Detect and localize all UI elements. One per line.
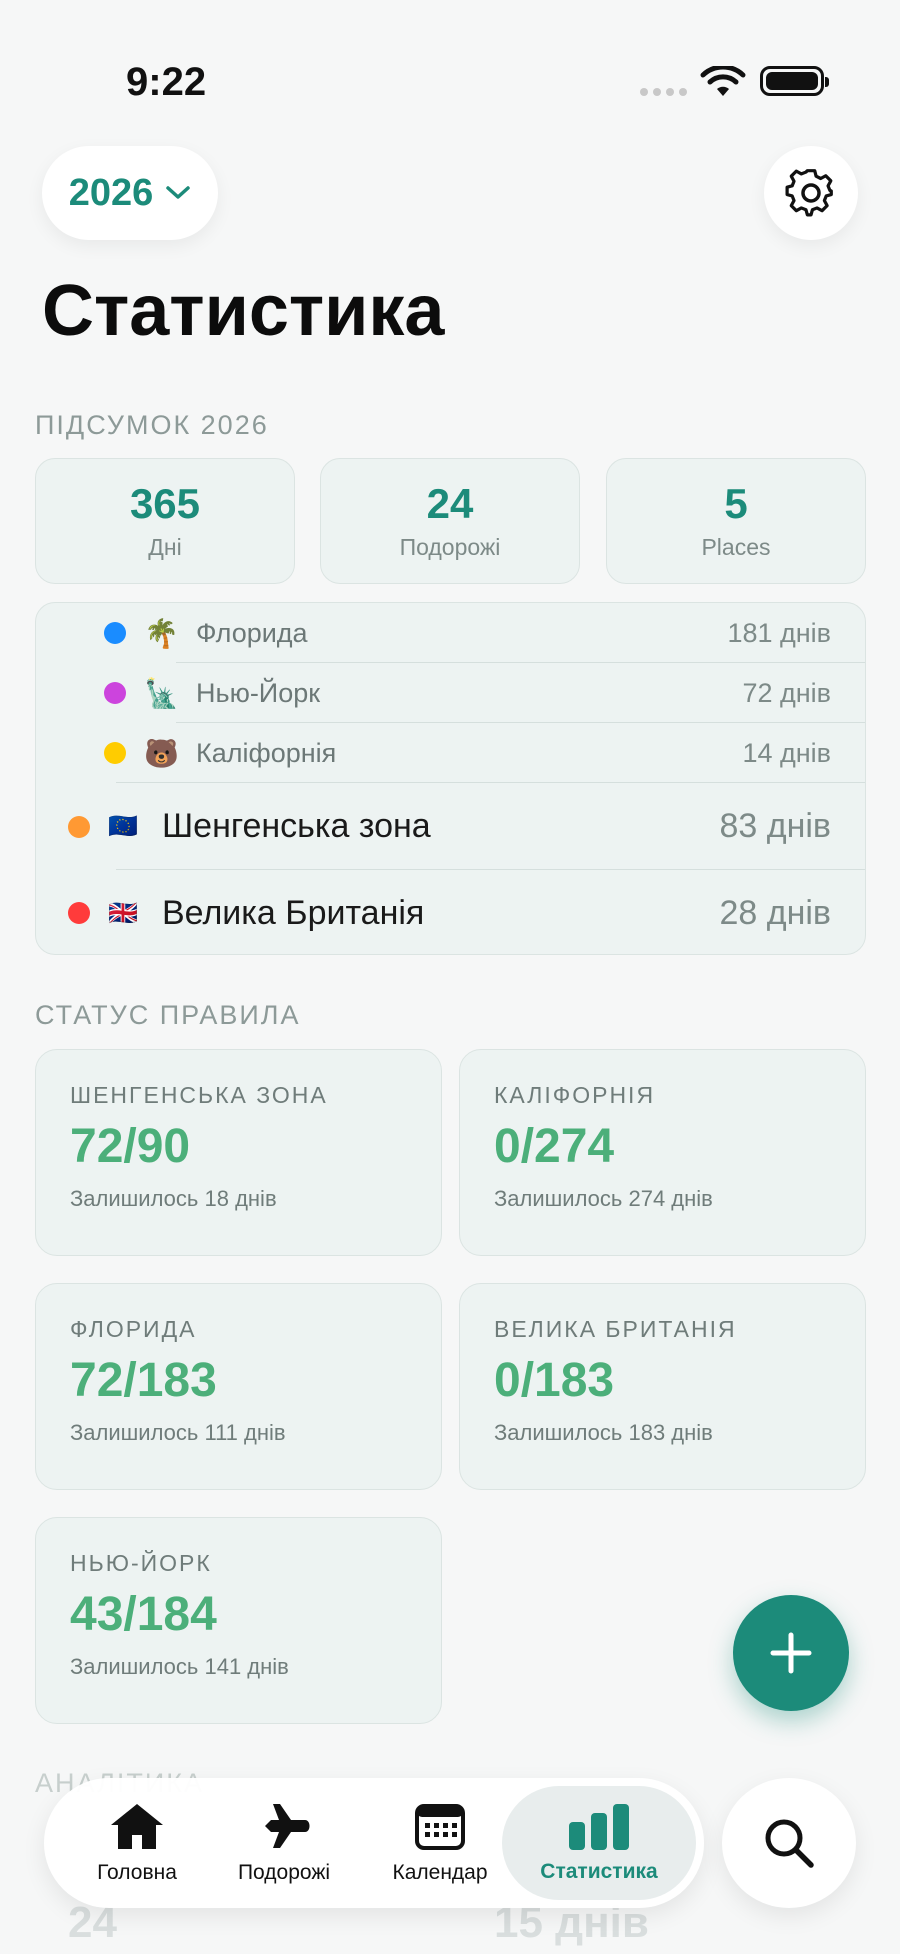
status-time: 9:22 — [126, 60, 207, 104]
rule-card-florida[interactable]: ФЛОРИДА 72/183 Залишилось 111 днів — [35, 1283, 442, 1490]
settings-button[interactable] — [764, 146, 858, 240]
rule-card-value: 72/183 — [70, 1354, 217, 1407]
rule-card-value: 43/184 — [70, 1588, 217, 1641]
region-color-dot — [68, 902, 90, 924]
stat-days: 365 Дні — [35, 458, 295, 584]
rule-card-value: 0/183 — [494, 1354, 615, 1407]
summary-section-label: ПІДСУМОК 2026 — [35, 410, 269, 440]
rule-card-remaining: Залишилось 111 днів — [70, 1420, 286, 1445]
rule-card-schengen[interactable]: ШЕНГЕНСЬКА ЗОНА 72/90 Залишилось 18 днів — [35, 1049, 442, 1256]
search-icon — [765, 1819, 814, 1868]
page-title: Статистика — [42, 271, 445, 351]
tab-home[interactable]: Головна — [72, 1778, 202, 1908]
tab-calendar-label: Календар — [392, 1861, 488, 1884]
statue-of-liberty-icon: 🗽 — [144, 677, 179, 709]
eu-flag-icon: 🇪🇺 — [108, 813, 138, 840]
rule-card-new-york[interactable]: НЬЮ-ЙОРК 43/184 Залишилось 141 днів — [35, 1517, 442, 1724]
year-label: 2026 — [68, 171, 154, 214]
tab-home-label: Головна — [97, 1861, 177, 1884]
bear-icon: 🐻 — [144, 737, 179, 769]
stat-places-value: 5 — [724, 480, 748, 528]
rule-card-uk[interactable]: ВЕЛИКА БРИТАНІЯ 0/183 Залишилось 183 дні… — [459, 1283, 866, 1490]
search-button[interactable] — [722, 1778, 856, 1908]
tab-bar: Головна Подорожі Календар Статистика — [44, 1778, 704, 1908]
rule-card-title: НЬЮ-ЙОРК — [70, 1550, 212, 1576]
plus-icon — [770, 1632, 812, 1674]
stat-days-value: 365 — [129, 480, 201, 528]
bar-chart-icon — [569, 1804, 629, 1850]
region-color-dot — [104, 682, 126, 704]
calendar-icon — [415, 1804, 465, 1850]
rule-card-title: ШЕНГЕНСЬКА ЗОНА — [70, 1082, 328, 1108]
stat-trips-label: Подорожі — [399, 533, 501, 560]
stat-places: 5 Places — [606, 458, 866, 584]
battery-icon — [760, 66, 829, 96]
stat-trips-value: 24 — [426, 480, 474, 528]
tab-statistics[interactable]: Статистика — [502, 1786, 696, 1900]
tab-trips-label: Подорожі — [237, 1861, 331, 1884]
rule-card-remaining: Залишилось 183 днів — [494, 1420, 713, 1445]
rule-card-value: 72/90 — [70, 1120, 191, 1173]
palm-tree-icon: 🌴 — [144, 617, 179, 649]
region-name: Каліфорнія — [196, 737, 337, 768]
rules-section-label: СТАТУС ПРАВИЛА — [35, 1000, 301, 1030]
stat-places-label: Places — [701, 533, 771, 560]
region-days: 28 днів — [719, 893, 832, 932]
region-row-new-york[interactable]: 🗽 Нью-Йорк 72 днів — [36, 663, 865, 723]
region-days: 14 днів — [742, 737, 831, 768]
rule-card-title: КАЛІФОРНІЯ — [494, 1082, 656, 1108]
region-row-florida[interactable]: 🌴 Флорида 181 днів — [36, 603, 865, 663]
region-days: 181 днів — [727, 617, 831, 648]
stat-days-label: Дні — [148, 533, 182, 560]
uk-flag-icon: 🇬🇧 — [108, 899, 138, 927]
region-list: 🌴 Флорида 181 днів 🗽 Нью-Йорк 72 днів 🐻 … — [35, 602, 866, 955]
rule-card-title: ВЕЛИКА БРИТАНІЯ — [494, 1316, 737, 1342]
add-trip-button[interactable] — [733, 1595, 849, 1711]
region-color-dot — [104, 622, 126, 644]
region-name: Шенгенська зона — [162, 807, 431, 845]
tab-calendar[interactable]: Календар — [366, 1778, 514, 1908]
stat-trips: 24 Подорожі — [320, 458, 580, 584]
rule-card-remaining: Залишилось 141 днів — [70, 1654, 289, 1679]
house-icon — [111, 1804, 163, 1849]
tab-statistics-label: Статистика — [540, 1860, 658, 1883]
signal-icon — [640, 88, 687, 96]
rule-card-remaining: Залишилось 274 днів — [494, 1186, 713, 1211]
tab-trips[interactable]: Подорожі — [214, 1778, 354, 1908]
rule-card-california[interactable]: КАЛІФОРНІЯ 0/274 Залишилось 274 днів — [459, 1049, 866, 1256]
region-days: 72 днів — [742, 677, 831, 708]
region-row-california[interactable]: 🐻 Каліфорнія 14 днів — [36, 723, 865, 783]
wifi-icon — [700, 66, 746, 96]
region-name: Флорида — [196, 617, 308, 648]
chevron-down-icon — [166, 186, 191, 199]
region-row-uk[interactable]: 🇬🇧 Велика Британія 28 днів — [36, 870, 865, 954]
region-row-schengen[interactable]: 🇪🇺 Шенгенська зона 83 днів — [36, 783, 865, 870]
year-selector[interactable]: 2026 — [42, 146, 218, 240]
region-color-dot — [104, 742, 126, 764]
region-name: Велика Британія — [162, 893, 425, 932]
airplane-icon — [257, 1804, 310, 1848]
region-name: Нью-Йорк — [196, 677, 321, 708]
gear-icon — [785, 169, 833, 217]
rule-card-value: 0/274 — [494, 1120, 615, 1173]
rule-card-remaining: Залишилось 18 днів — [70, 1186, 277, 1211]
region-days: 83 днів — [719, 807, 832, 845]
rule-card-title: ФЛОРИДА — [70, 1316, 197, 1342]
region-color-dot — [68, 815, 90, 838]
